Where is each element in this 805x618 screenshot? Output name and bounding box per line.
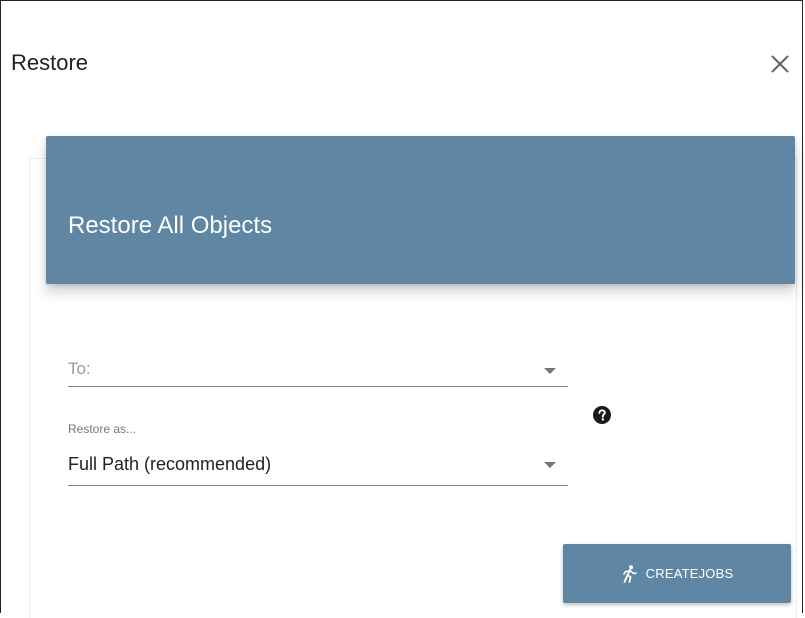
- create-jobs-button[interactable]: CREATEJOBS: [563, 544, 791, 603]
- caret-down-icon: [544, 462, 556, 468]
- create-jobs-label: CREATEJOBS: [645, 566, 734, 581]
- to-select-placeholder: To:: [68, 359, 91, 378]
- card-header: Restore All Objects: [46, 136, 795, 284]
- to-select[interactable]: To:: [68, 346, 568, 387]
- running-person-icon: [621, 564, 637, 583]
- caret-down-icon: [544, 368, 556, 374]
- restore-dialog: Restore Restore All Objects To: Restore …: [0, 0, 803, 618]
- question-circle-icon[interactable]: [593, 406, 611, 424]
- dialog-title: Restore: [11, 50, 89, 75]
- card-header-title: Restore All Objects: [68, 212, 273, 239]
- close-icon[interactable]: [767, 51, 793, 77]
- restore-as-select[interactable]: Restore as... Full Path (recommended): [68, 411, 568, 486]
- restore-as-label: Restore as...: [68, 422, 137, 436]
- restore-as-value: Full Path (recommended): [68, 454, 272, 474]
